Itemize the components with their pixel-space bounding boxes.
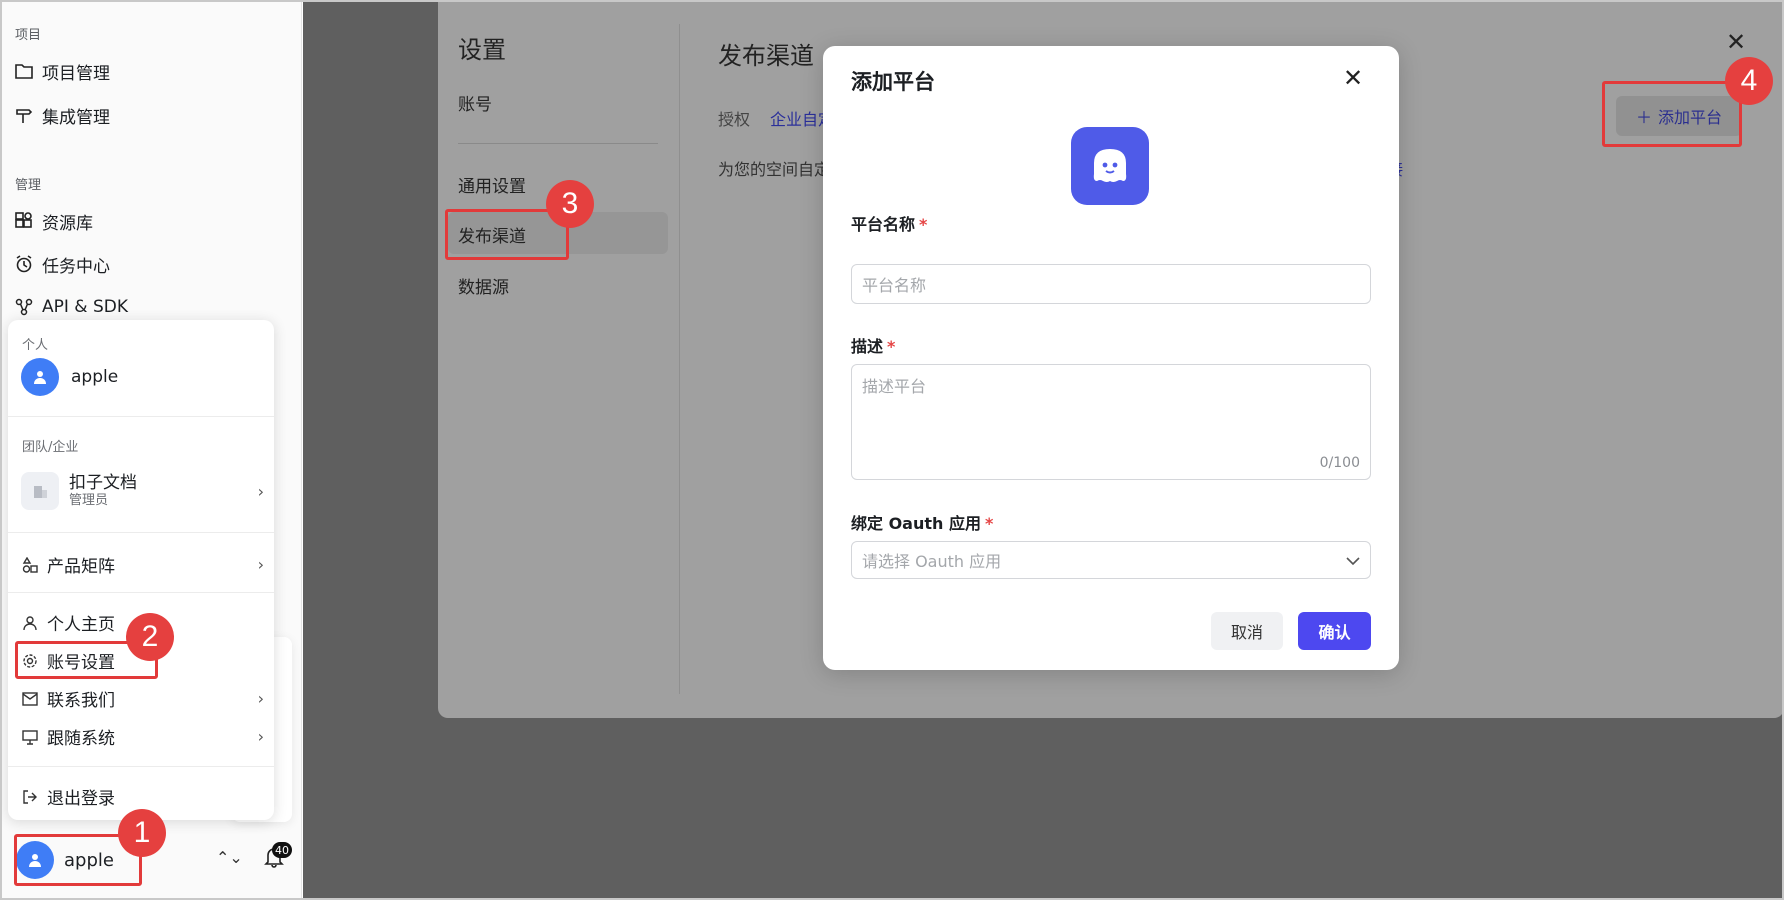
platform-name-label: 平台名称 * xyxy=(851,211,927,235)
field-label-text: 绑定 Oauth 应用 xyxy=(851,514,981,533)
textarea-placeholder: 描述平台 xyxy=(862,377,927,396)
menu-item-label: 产品矩阵 xyxy=(47,557,115,577)
required-mark: * xyxy=(984,514,994,533)
monitor-icon xyxy=(21,728,39,746)
shapes-icon xyxy=(21,556,39,574)
sidebar-item-integration-management[interactable]: 集成管理 xyxy=(15,100,110,130)
chevron-right-icon: › xyxy=(257,727,264,746)
section-title-project: 项目 xyxy=(15,28,42,43)
char-counter: 0/100 xyxy=(1319,455,1360,471)
confirm-button[interactable]: 确认 xyxy=(1298,612,1371,650)
settings-nav-general[interactable]: 通用设置 xyxy=(458,172,526,197)
oauth-label: 绑定 Oauth 应用 * xyxy=(851,510,993,534)
nodes-icon xyxy=(15,298,33,316)
menu-item-label: 个人主页 xyxy=(47,615,115,635)
building-icon xyxy=(21,472,59,510)
team-name: 扣子文档 xyxy=(69,473,137,493)
screen: 项目 项目管理 集成管理 管理 资源库 任务中心 API & SDK apple… xyxy=(0,0,1784,900)
input-placeholder: 平台名称 xyxy=(862,276,927,295)
alarm-icon xyxy=(15,255,33,273)
description-textarea[interactable]: 描述平台 0/100 xyxy=(851,364,1371,480)
sidebar: 项目 项目管理 集成管理 管理 资源库 任务中心 API & SDK apple… xyxy=(2,2,302,898)
annotation-badge-2: 2 xyxy=(126,613,174,661)
section-title-manage: 管理 xyxy=(15,178,42,193)
required-mark: * xyxy=(887,337,896,356)
user-icon xyxy=(21,614,39,632)
chevron-down-icon xyxy=(1346,551,1360,570)
divider xyxy=(8,766,274,767)
menu-item-label: 退出登录 xyxy=(47,789,115,809)
team-account[interactable]: 扣子文档 管理员 › xyxy=(21,472,264,510)
avatar xyxy=(21,358,59,396)
annotation-badge-1: 1 xyxy=(118,809,166,857)
select-placeholder: 请选择 Oauth 应用 xyxy=(862,552,1002,571)
menu-item-label: 跟随系统 xyxy=(47,729,115,749)
description-label: 描述 * xyxy=(851,333,895,357)
settings-title: 设置 xyxy=(458,36,506,64)
menu-item-contact-us[interactable]: 联系我们 › xyxy=(21,686,264,711)
personal-account[interactable]: apple xyxy=(21,358,264,396)
personal-name: apple xyxy=(71,367,119,387)
annotation-badge-4: 4 xyxy=(1725,57,1773,105)
account-menu: 个人 apple 团队/企业 扣子文档 管理员 › 产品矩阵 › 个人主页 账号… xyxy=(8,320,274,820)
settings-nav-account[interactable]: 账号 xyxy=(458,90,492,115)
mail-icon xyxy=(21,690,39,708)
sidebar-item-project-management[interactable]: 项目管理 xyxy=(15,56,110,86)
menu-item-label: 联系我们 xyxy=(47,691,115,711)
sidebar-item-label: 集成管理 xyxy=(42,107,110,128)
platform-name-input[interactable]: 平台名称 xyxy=(851,264,1371,304)
divider xyxy=(8,416,274,417)
sidebar-item-label: 任务中心 xyxy=(42,256,110,277)
divider xyxy=(679,24,680,694)
add-platform-modal: 添加平台 ✕ 平台名称 * 平台名称 描述 * 描述平台 0/100 绑定 Oaut… xyxy=(823,46,1399,670)
team-label: 团队/企业 xyxy=(22,440,79,455)
logout-icon xyxy=(21,788,39,806)
divider xyxy=(8,592,274,593)
chevron-right-icon: › xyxy=(257,555,264,574)
team-role: 管理员 xyxy=(69,493,109,509)
required-mark: * xyxy=(919,215,928,234)
divider xyxy=(8,532,274,533)
modal-title: 添加平台 xyxy=(851,70,935,94)
sidebar-item-label: 项目管理 xyxy=(42,63,110,84)
signpost-icon xyxy=(15,106,33,124)
section-description: 为您的空间自定 xyxy=(718,160,831,179)
sidebar-item-api-sdk[interactable]: API & SDK xyxy=(15,292,128,322)
folder-icon xyxy=(15,62,33,80)
sidebar-item-task-center[interactable]: 任务中心 xyxy=(15,249,110,279)
blocks-icon xyxy=(15,212,33,230)
field-label-text: 描述 xyxy=(851,337,884,356)
menu-item-theme[interactable]: 跟随系统 › xyxy=(21,724,264,749)
settings-nav-data-source[interactable]: 数据源 xyxy=(458,273,509,298)
auth-tab-label[interactable]: 授权 xyxy=(718,106,750,130)
close-icon[interactable]: ✕ xyxy=(1343,64,1363,92)
sidebar-item-label: API & SDK xyxy=(42,297,128,317)
notification-badge: 40 xyxy=(272,842,292,858)
divider xyxy=(458,143,658,144)
cancel-button[interactable]: 取消 xyxy=(1211,612,1283,650)
oauth-select[interactable]: 请选择 Oauth 应用 xyxy=(851,541,1371,579)
sidebar-item-label: 资源库 xyxy=(42,213,93,234)
menu-item-product-matrix[interactable]: 产品矩阵 › xyxy=(21,552,264,577)
menu-item-logout[interactable]: 退出登录 xyxy=(21,784,264,809)
personal-label: 个人 xyxy=(22,338,49,353)
ghost-logo-icon[interactable] xyxy=(1071,127,1149,205)
chevron-right-icon: › xyxy=(257,481,264,501)
sidebar-item-resource-library[interactable]: 资源库 xyxy=(15,206,93,236)
section-title: 发布渠道 xyxy=(718,42,814,70)
close-icon[interactable]: ✕ xyxy=(1726,28,1746,56)
annotation-badge-3: 3 xyxy=(546,180,594,228)
highlight-box-4 xyxy=(1602,81,1742,147)
field-label-text: 平台名称 xyxy=(851,215,916,234)
chevron-updown-icon[interactable]: ⌃⌄ xyxy=(216,848,243,867)
chevron-right-icon: › xyxy=(257,689,264,708)
